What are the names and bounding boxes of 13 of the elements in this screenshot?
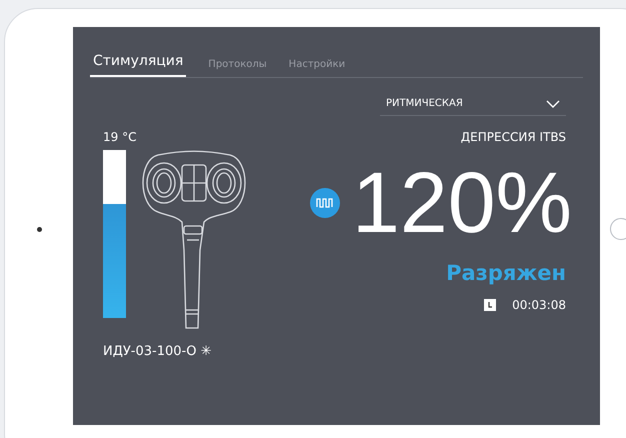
protocol-name: ДЕПРЕССИЯ ITBS: [460, 129, 566, 146]
clock-icon: [484, 298, 496, 310]
mode-dropdown[interactable]: РИТМИЧЕСКАЯ: [380, 92, 566, 116]
tab[interactable]: Стимуляция: [90, 51, 186, 77]
temperature-reading: 19 °C: [103, 129, 138, 146]
chevron-down-icon: [546, 100, 560, 108]
home-button[interactable]: [610, 218, 626, 240]
timer: 00:03:08: [512, 296, 566, 314]
status-text: Разряжен: [446, 260, 566, 287]
device-model: ИДУ-03-100-О ✳: [103, 343, 212, 361]
intensity-value: 120%: [352, 160, 572, 246]
camera-icon: [36, 226, 42, 232]
pulse-wave-icon: [310, 188, 340, 218]
